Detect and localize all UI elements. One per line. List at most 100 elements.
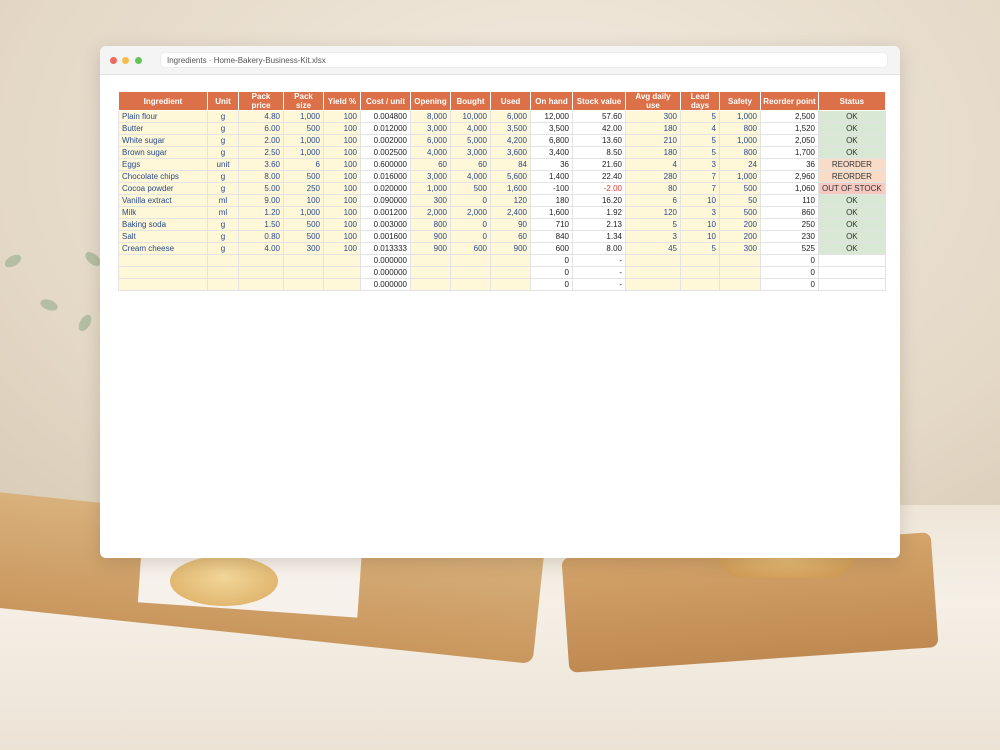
cell-bought[interactable]: 10,000 [450, 110, 491, 123]
cell-safety[interactable] [719, 266, 761, 279]
cell-used[interactable]: 6,000 [490, 110, 531, 123]
cell-pack-price[interactable]: 3.60 [238, 158, 284, 171]
cell-safety[interactable]: 1,000 [719, 170, 761, 183]
cell-unit[interactable]: g [207, 242, 239, 255]
cell-bought[interactable]: 600 [450, 242, 491, 255]
cell-pack-size[interactable]: 6 [283, 158, 324, 171]
cell-used[interactable]: 1,600 [490, 182, 531, 195]
cell-pack-size[interactable]: 300 [283, 242, 324, 255]
close-window-button[interactable] [110, 57, 117, 64]
cell-safety[interactable]: 300 [719, 242, 761, 255]
cell-ingredient[interactable] [118, 266, 208, 279]
cell-pack-size[interactable]: 500 [283, 122, 324, 135]
cell-pack-size[interactable]: 1,000 [283, 146, 324, 159]
cell-used[interactable] [490, 266, 531, 279]
cell-pack-size[interactable] [283, 278, 324, 291]
cell-on-hand[interactable]: 1,600 [530, 206, 573, 219]
cell-unit[interactable]: g [207, 122, 239, 135]
cell-ingredient[interactable]: Salt [118, 230, 208, 243]
cell-bought[interactable]: 4,000 [450, 170, 491, 183]
cell-ingredient[interactable]: Vanilla extract [118, 194, 208, 207]
cell-pack-size[interactable]: 500 [283, 170, 324, 183]
cell-stock-value[interactable]: 42.00 [572, 122, 626, 135]
cell-lead[interactable]: 5 [680, 242, 720, 255]
cell-yield[interactable]: 100 [323, 122, 361, 135]
cell-ingredient[interactable]: White sugar [118, 134, 208, 147]
cell-lead[interactable] [680, 254, 720, 267]
column-header[interactable]: Ingredient [118, 91, 208, 111]
cell-ingredient[interactable]: Plain flour [118, 110, 208, 123]
cell-safety[interactable]: 1,000 [719, 110, 761, 123]
cell-used[interactable] [490, 278, 531, 291]
cell-ingredient[interactable]: Cocoa powder [118, 182, 208, 195]
cell-safety[interactable]: 500 [719, 182, 761, 195]
cell-bought[interactable]: 0 [450, 218, 491, 231]
column-header[interactable]: Stock value [572, 91, 626, 111]
cell-reorder[interactable]: 525 [760, 242, 819, 255]
cell-unit[interactable]: g [207, 134, 239, 147]
cell-pack-price[interactable]: 4.00 [238, 242, 284, 255]
cell-unit[interactable]: g [207, 110, 239, 123]
cell-pack-price[interactable]: 8.00 [238, 170, 284, 183]
cell-ingredient[interactable] [118, 278, 208, 291]
cell-lead[interactable]: 4 [680, 122, 720, 135]
cell-unit[interactable]: g [207, 170, 239, 183]
cell-reorder[interactable]: 0 [760, 278, 819, 291]
column-header[interactable]: Used [490, 91, 531, 111]
cell-on-hand[interactable]: 3,500 [530, 122, 573, 135]
cell-stock-value[interactable]: 8.00 [572, 242, 626, 255]
cell-opening[interactable] [410, 278, 451, 291]
cell-pack-size[interactable]: 500 [283, 230, 324, 243]
cell-reorder[interactable]: 250 [760, 218, 819, 231]
cell-cost-unit[interactable]: 0.020000 [360, 182, 411, 195]
cell-status[interactable] [818, 266, 886, 279]
cell-avg-daily[interactable]: 300 [625, 110, 681, 123]
cell-on-hand[interactable]: 0 [530, 266, 573, 279]
cell-reorder[interactable]: 2,960 [760, 170, 819, 183]
cell-lead[interactable]: 10 [680, 194, 720, 207]
cell-used[interactable]: 3,600 [490, 146, 531, 159]
cell-ingredient[interactable]: Butter [118, 122, 208, 135]
column-header[interactable]: Lead days [680, 91, 720, 111]
cell-avg-daily[interactable] [625, 278, 681, 291]
cell-bought[interactable]: 3,000 [450, 146, 491, 159]
cell-used[interactable]: 3,500 [490, 122, 531, 135]
cell-lead[interactable]: 5 [680, 146, 720, 159]
cell-on-hand[interactable]: 12,000 [530, 110, 573, 123]
cell-ingredient[interactable]: Eggs [118, 158, 208, 171]
cell-reorder[interactable]: 1,700 [760, 146, 819, 159]
cell-reorder[interactable]: 1,520 [760, 122, 819, 135]
cell-bought[interactable]: 4,000 [450, 122, 491, 135]
cell-yield[interactable]: 100 [323, 146, 361, 159]
cell-opening[interactable]: 6,000 [410, 134, 451, 147]
cell-avg-daily[interactable]: 6 [625, 194, 681, 207]
cell-ingredient[interactable]: Milk [118, 206, 208, 219]
cell-on-hand[interactable]: 0 [530, 278, 573, 291]
cell-safety[interactable]: 24 [719, 158, 761, 171]
cell-avg-daily[interactable]: 4 [625, 158, 681, 171]
column-header[interactable]: Cost / unit [360, 91, 411, 111]
cell-unit[interactable] [207, 278, 239, 291]
cell-pack-price[interactable] [238, 254, 284, 267]
cell-used[interactable]: 4,200 [490, 134, 531, 147]
cell-ingredient[interactable]: Baking soda [118, 218, 208, 231]
cell-stock-value[interactable]: 8.50 [572, 146, 626, 159]
cell-lead[interactable] [680, 278, 720, 291]
cell-unit[interactable]: g [207, 146, 239, 159]
cell-stock-value[interactable]: 22.40 [572, 170, 626, 183]
cell-yield[interactable] [323, 266, 361, 279]
cell-opening[interactable]: 900 [410, 242, 451, 255]
cell-pack-price[interactable]: 2.00 [238, 134, 284, 147]
cell-on-hand[interactable]: 180 [530, 194, 573, 207]
cell-cost-unit[interactable]: 0.001600 [360, 230, 411, 243]
cell-status[interactable]: OK [818, 242, 886, 255]
cell-opening[interactable]: 8,000 [410, 110, 451, 123]
cell-safety[interactable] [719, 278, 761, 291]
cell-avg-daily[interactable]: 280 [625, 170, 681, 183]
cell-stock-value[interactable]: - [572, 266, 626, 279]
column-header[interactable]: Unit [207, 91, 239, 111]
cell-opening[interactable]: 800 [410, 218, 451, 231]
cell-unit[interactable]: unit [207, 158, 239, 171]
cell-reorder[interactable]: 2,050 [760, 134, 819, 147]
cell-stock-value[interactable]: 1.92 [572, 206, 626, 219]
